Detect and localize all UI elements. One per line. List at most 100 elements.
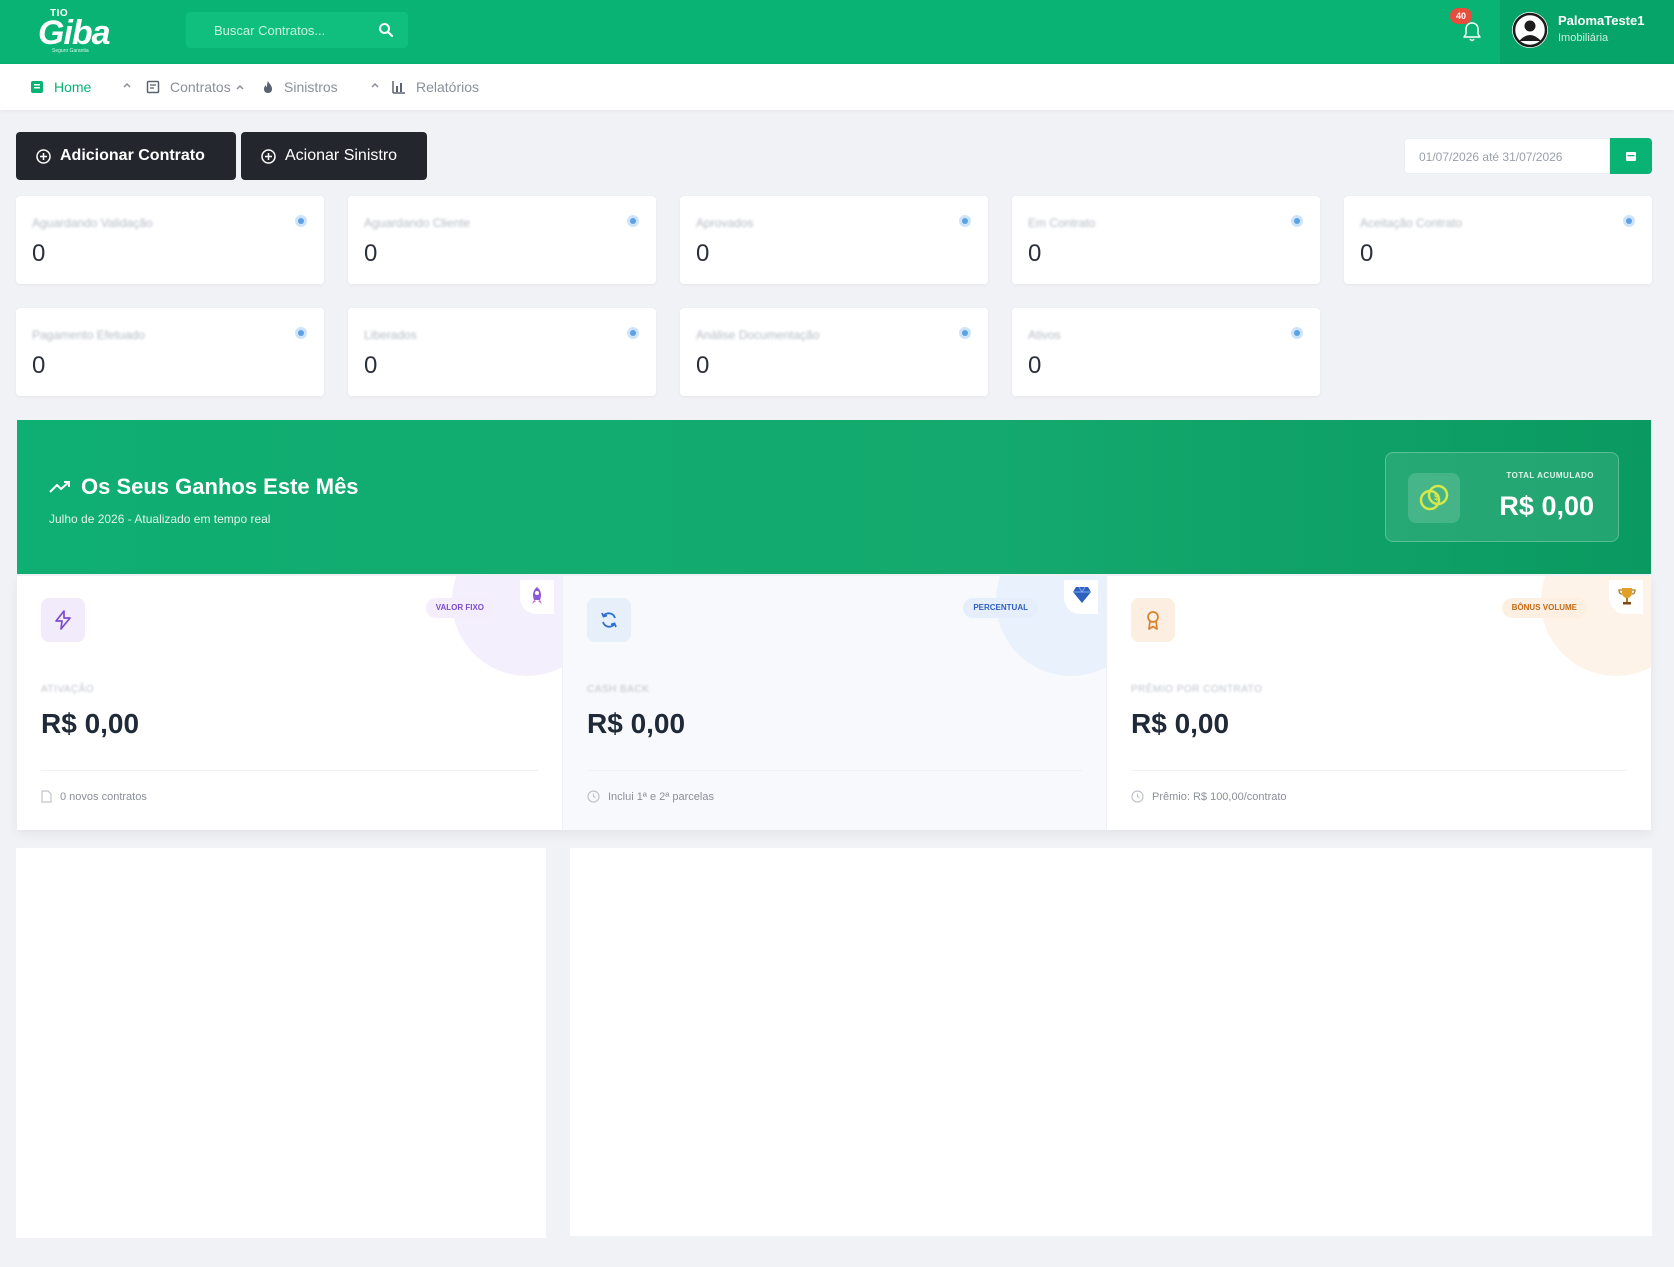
nav-label: Home (54, 79, 92, 95)
user-role: Imobiliária (1558, 32, 1609, 44)
stat-card[interactable]: Aceitação Contrato 0 (1344, 196, 1652, 284)
search-input[interactable] (186, 12, 376, 48)
stat-label: Aguardando Cliente (364, 216, 471, 230)
right-panel (570, 848, 1652, 1236)
chart-icon (392, 81, 405, 94)
chevron-up-icon (236, 84, 244, 90)
info-icon[interactable] (626, 214, 640, 228)
card-footer: 0 novos contratos (41, 790, 147, 803)
card-amount: R$ 0,00 (587, 708, 686, 739)
stat-card[interactable]: Pagamento Efetuado 0 (16, 308, 324, 396)
trigger-claim-button[interactable]: Acionar Sinistro (241, 132, 427, 180)
divider (41, 770, 538, 771)
logo[interactable]: TIO Giba Seguro Garantia (38, 8, 128, 54)
stat-label: Em Contrato (1028, 216, 1096, 230)
info-icon[interactable] (626, 326, 640, 340)
search-icon[interactable] (378, 22, 394, 38)
stat-label: Aceitação Contrato (1360, 216, 1463, 230)
bell-icon[interactable] (1462, 21, 1482, 43)
nav-bar: Home Contratos Sinistros Relatórios (0, 64, 1674, 110)
user-name: PalomaTeste1 (1558, 13, 1645, 28)
calendar-button[interactable] (1610, 138, 1652, 174)
card-footer: Prêmio: R$ 100,00/contrato (1131, 790, 1287, 803)
top-bar: TIO Giba Seguro Garantia 40 PalomaTeste1… (0, 0, 1674, 64)
add-contract-button[interactable]: Adicionar Contrato (16, 132, 236, 180)
card-badge: PERCENTUAL (963, 598, 1038, 618)
earning-card-cashback[interactable]: PERCENTUAL CASH BACK R$ 0,00 Inclui 1ª e… (562, 576, 1107, 830)
earning-card-activation[interactable]: VALOR FIXO ATIVAÇÃO R$ 0,00 0 novos cont… (17, 576, 562, 830)
user-menu[interactable]: PalomaTeste1 Imobiliária (1500, 0, 1674, 64)
add-contract-label: Adicionar Contrato (60, 147, 205, 164)
stat-value: 0 (1360, 240, 1374, 267)
file-icon (41, 790, 52, 803)
stat-label: Análise Documentação (696, 328, 820, 342)
contracts-icon (146, 80, 160, 94)
total-value: R$ 0,00 (1499, 491, 1594, 521)
earnings-banner: Os Seus Ganhos Este Mês Julho de 2026 - … (17, 420, 1651, 574)
card-category: CASH BACK (587, 684, 650, 695)
date-range-input[interactable]: 01/07/2026 até 31/07/2026 (1404, 138, 1610, 174)
nav-item-relatorios[interactable]: Relatórios (392, 78, 479, 96)
earning-card-bonus[interactable]: BÔNUS VOLUME PRÊMIO POR CONTRATO R$ 0,00… (1107, 576, 1651, 830)
search-box (186, 12, 408, 48)
coins-icon: $ (1408, 473, 1460, 523)
bolt-icon (41, 598, 85, 642)
clock-icon (587, 790, 600, 803)
info-icon[interactable] (294, 214, 308, 228)
stat-value: 0 (1028, 352, 1042, 379)
stat-label: Pagamento Efetuado (32, 328, 145, 342)
stat-card[interactable]: Ativos 0 (1012, 308, 1320, 396)
earnings-subtitle: Julho de 2026 - Atualizado em tempo real (49, 512, 271, 526)
stat-value: 0 (32, 240, 46, 267)
card-footer-text: 0 novos contratos (60, 790, 147, 803)
calendar-icon (1626, 152, 1636, 161)
trigger-claim-label: Acionar Sinistro (285, 147, 398, 164)
nav-item-contratos[interactable]: Contratos (146, 78, 245, 96)
chevron-up-icon[interactable] (122, 80, 132, 90)
card-badge: VALOR FIXO (425, 598, 494, 618)
left-panel (16, 848, 546, 1238)
logo-tagline: Seguro Garantia (52, 48, 89, 54)
award-icon (1131, 598, 1175, 642)
stat-card[interactable]: Aprovados 0 (680, 196, 988, 284)
info-icon[interactable] (1622, 214, 1636, 228)
stat-label: Aguardando Validação (32, 216, 153, 230)
stat-card[interactable]: Aguardando Cliente 0 (348, 196, 656, 284)
nav-label: Relatórios (416, 79, 480, 95)
nav-label: Sinistros (284, 79, 338, 95)
info-icon[interactable] (958, 214, 972, 228)
nav-label: Contratos (170, 79, 231, 95)
stat-card[interactable]: Aguardando Validação 0 (16, 196, 324, 284)
info-icon[interactable] (958, 326, 972, 340)
earnings-title: Os Seus Ganhos Este Mês (49, 474, 359, 500)
home-icon (31, 81, 43, 93)
card-footer-text: Prêmio: R$ 100,00/contrato (1152, 790, 1287, 803)
stat-value: 0 (696, 240, 710, 267)
info-icon[interactable] (294, 326, 308, 340)
rocket-icon (520, 580, 554, 614)
stat-card[interactable]: Liberados 0 (348, 308, 656, 396)
info-icon[interactable] (1290, 326, 1304, 340)
stat-value: 0 (696, 352, 710, 379)
stat-card[interactable]: Análise Documentação 0 (680, 308, 988, 396)
card-badge: BÔNUS VOLUME (1501, 598, 1587, 618)
refresh-icon (587, 598, 631, 642)
stat-card[interactable]: Em Contrato 0 (1012, 196, 1320, 284)
divider (1131, 770, 1627, 771)
card-amount: R$ 0,00 (41, 708, 140, 739)
notifications[interactable]: 40 (1450, 8, 1482, 46)
clock-icon (1131, 790, 1144, 803)
stat-value: 0 (364, 240, 378, 267)
diamond-icon (1064, 580, 1098, 614)
nav-item-sinistros[interactable]: Sinistros (262, 78, 338, 96)
earnings-title-text: Os Seus Ganhos Este Mês (81, 474, 359, 499)
nav-item-home[interactable]: Home (30, 78, 91, 96)
card-footer: Inclui 1ª e 2ª parcelas (587, 790, 714, 803)
info-icon[interactable] (1290, 214, 1304, 228)
card-footer-text: Inclui 1ª e 2ª parcelas (608, 790, 714, 803)
chevron-up-icon[interactable] (370, 80, 380, 90)
fire-icon (264, 81, 272, 93)
total-accumulated-box: $ TOTAL ACUMULADO R$ 0,00 (1385, 452, 1619, 542)
user-avatar-icon (1512, 12, 1548, 48)
card-category: ATIVAÇÃO (41, 684, 95, 695)
